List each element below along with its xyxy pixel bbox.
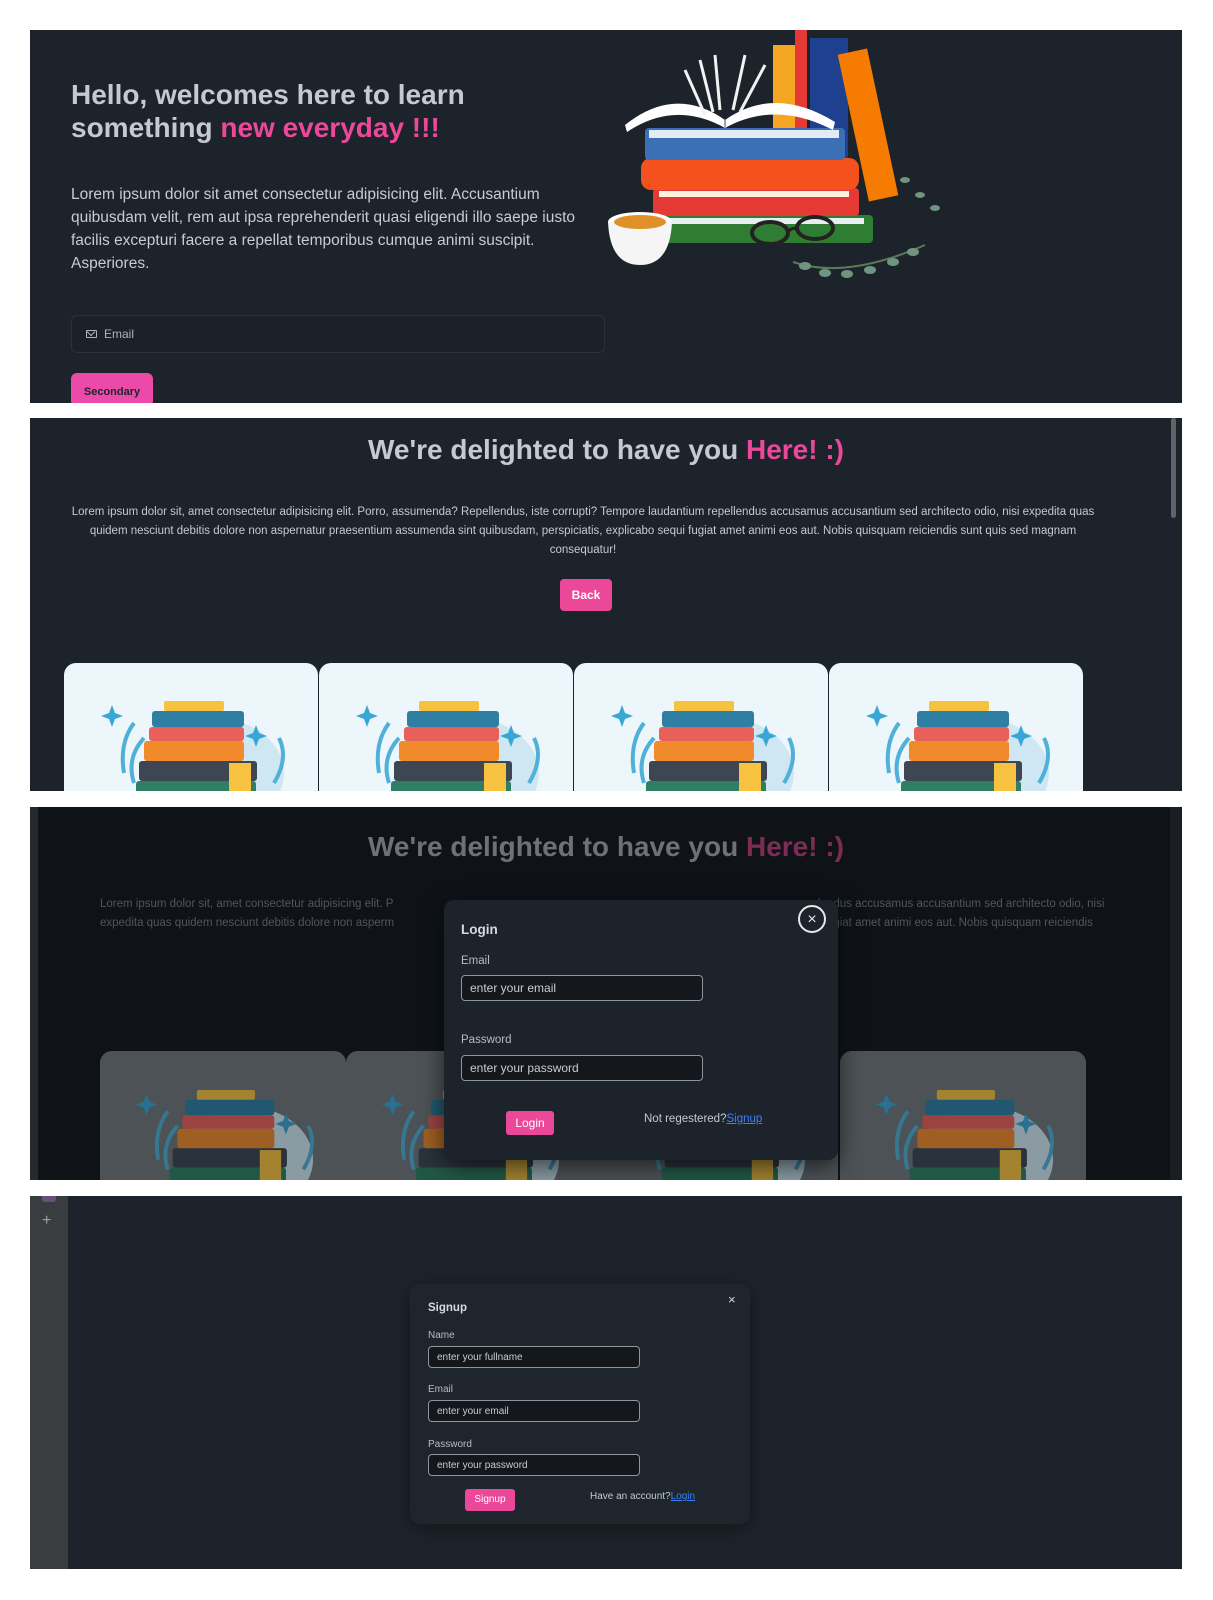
account-text: Have an account? xyxy=(590,1491,671,1502)
modal-title: Login xyxy=(461,922,498,937)
background-text: lendus accusamus accusantium sed archite… xyxy=(818,898,1105,910)
plus-icon[interactable]: + xyxy=(42,1212,51,1230)
hero-paragraph: Lorem ipsum dolor sit amet consectetur a… xyxy=(71,186,576,272)
hero-section: Hello, welcomes here to learn something … xyxy=(30,30,1182,403)
hero-title: Hello, welcomes here to learn something … xyxy=(71,78,465,144)
modal-title: Signup xyxy=(428,1302,467,1314)
signup-link[interactable]: Signup xyxy=(726,1113,762,1125)
signup-view: + Signup × Name Email Password Signup Ha… xyxy=(30,1196,1182,1569)
app-icon[interactable] xyxy=(42,1196,56,1202)
book-card[interactable] xyxy=(829,663,1083,791)
about-title-accent: Here! :) xyxy=(745,434,844,465)
name-label: Name xyxy=(428,1330,455,1341)
hero-title-accent: new everyday !!! xyxy=(220,112,440,143)
email-label: Email xyxy=(428,1384,454,1395)
books-card-illustration xyxy=(354,699,541,791)
signup-button[interactable]: Signup xyxy=(465,1489,515,1511)
books-illustration xyxy=(608,30,940,278)
book-card[interactable] xyxy=(319,663,573,791)
about-title-text: We're delighted to have you xyxy=(367,831,746,862)
register-text: Not regestered? xyxy=(644,1113,727,1125)
signup-modal: Signup × Name Email Password Signup Have… xyxy=(410,1284,750,1524)
email-input[interactable]: Email xyxy=(71,315,605,353)
about-section: We're delighted to have you Here! :) Lor… xyxy=(30,418,1182,791)
about-paragraph: Lorem ipsum dolor sit, amet consectetur … xyxy=(71,506,1095,556)
password-field[interactable] xyxy=(461,1055,703,1081)
hero-title-line2: something xyxy=(71,112,221,143)
books-card-illustration xyxy=(864,699,1051,791)
back-button[interactable]: Back xyxy=(560,579,612,611)
background-text: i fugiat amet animi eos aut. Nobis quisq… xyxy=(818,917,1093,929)
close-icon[interactable]: × xyxy=(728,1292,736,1307)
about-title: We're delighted to have you Here! :) xyxy=(30,831,1182,863)
hero-title-line1: Hello, welcomes here to learn xyxy=(71,79,465,110)
about-title-accent: Here! :) xyxy=(745,831,844,862)
login-modal: Login × Email Password Login Not regeste… xyxy=(444,900,838,1160)
password-label: Password xyxy=(428,1439,472,1450)
background-text: expedita quas quidem nesciunt debitis do… xyxy=(100,917,395,929)
side-strip: + xyxy=(30,1196,68,1569)
email-label: Email xyxy=(461,955,490,967)
login-link[interactable]: Login xyxy=(671,1491,695,1502)
email-field[interactable] xyxy=(461,975,703,1001)
mail-icon xyxy=(86,330,97,338)
login-view: We're delighted to have you Here! :) Lor… xyxy=(30,807,1182,1180)
about-title-text: We're delighted to have you xyxy=(367,434,746,465)
book-card xyxy=(100,1051,346,1180)
register-prompt: Not regestered?Signup xyxy=(644,1113,762,1125)
books-card-illustration xyxy=(609,699,796,791)
book-card[interactable] xyxy=(574,663,828,791)
secondary-button[interactable]: Secondary xyxy=(71,373,153,403)
email-placeholder: Email xyxy=(104,327,135,341)
close-icon[interactable]: × xyxy=(798,905,826,933)
account-prompt: Have an account?Login xyxy=(590,1491,695,1502)
password-field[interactable] xyxy=(428,1454,640,1476)
scrollbar[interactable] xyxy=(1171,418,1176,518)
about-title: We're delighted to have you Here! :) xyxy=(30,434,1182,466)
email-field[interactable] xyxy=(428,1400,640,1422)
books-card-illustration xyxy=(99,699,286,791)
book-card[interactable] xyxy=(64,663,318,791)
login-button[interactable]: Login xyxy=(506,1111,554,1135)
name-field[interactable] xyxy=(428,1346,640,1368)
book-card xyxy=(840,1051,1086,1180)
password-label: Password xyxy=(461,1034,512,1046)
background-text: Lorem ipsum dolor sit, amet consectetur … xyxy=(100,898,394,910)
